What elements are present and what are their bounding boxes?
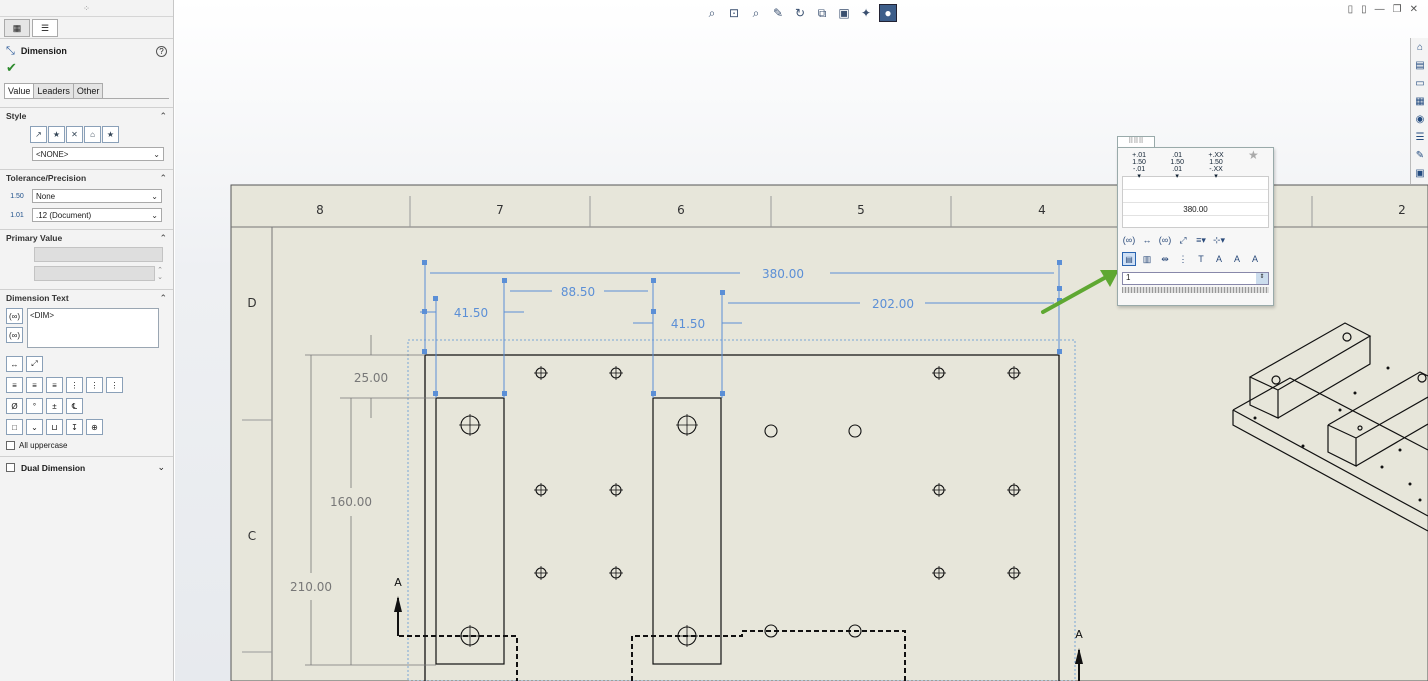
precision-style-button[interactable]: .01 1.50 .01 ▾ bbox=[1170, 152, 1184, 180]
align-top-icon[interactable]: T bbox=[1194, 252, 1208, 266]
zone-column-label: 5 bbox=[857, 203, 865, 217]
dimension-slot-top-offset[interactable]: 25.00 bbox=[354, 371, 388, 385]
style-star-icon[interactable]: ★ bbox=[1248, 149, 1259, 176]
section-label: A bbox=[394, 576, 402, 589]
section-label: A bbox=[1075, 628, 1083, 641]
zone-column-label: 8 bbox=[316, 203, 324, 217]
zone-column-label: 7 bbox=[496, 203, 504, 217]
tolerance-main: 1.50 bbox=[1132, 159, 1146, 166]
zone-column-label: 4 bbox=[1038, 203, 1046, 217]
zone-row-label: D bbox=[247, 296, 256, 310]
dimension-slot-spacing[interactable]: 88.50 bbox=[561, 285, 595, 299]
parentheses-icon[interactable]: (∞) bbox=[1122, 233, 1136, 247]
inspection-icon[interactable]: (∞) bbox=[1158, 233, 1172, 247]
tolerance-main: 1.50 bbox=[1209, 159, 1223, 166]
tolerance-top: +.XX bbox=[1208, 152, 1224, 159]
dimension-overall-height[interactable]: 210.00 bbox=[290, 580, 332, 594]
palette-spacing-input[interactable]: 1 ⇕ bbox=[1122, 272, 1269, 285]
drawing-sheet[interactable]: 8 7 6 5 4 2 D C A A 380.00 88.50 41.50 4… bbox=[0, 0, 1428, 681]
dimension-right-offset[interactable]: 202.00 bbox=[872, 297, 914, 311]
tolerance-bottom: .01 bbox=[1172, 166, 1183, 173]
dimension-slot-width-left[interactable]: 41.50 bbox=[454, 306, 488, 320]
layer-icon[interactable]: ⊹▾ bbox=[1212, 233, 1226, 247]
spinner-icon[interactable]: ⇕ bbox=[1256, 273, 1268, 284]
dimension-slot-width-middle[interactable]: 41.50 bbox=[671, 317, 705, 331]
text-justification-icon[interactable]: ≡▾ bbox=[1194, 233, 1208, 247]
dimension-text-field[interactable]: 380.00 bbox=[1122, 176, 1269, 228]
tolerance-style-button[interactable]: +.01 1.50 -.01 ▾ bbox=[1132, 152, 1146, 180]
stagger-dimensions-icon[interactable]: ▤ bbox=[1122, 252, 1136, 266]
zone-column-label: 2 bbox=[1398, 203, 1406, 217]
dimension-slot-length[interactable]: 160.00 bbox=[330, 495, 372, 509]
center-dimension-icon[interactable]: ↔ bbox=[1140, 233, 1154, 247]
tolerance-top: +.01 bbox=[1132, 152, 1146, 159]
tolerance-limit-button[interactable]: +.XX 1.50 -.XX ▾ bbox=[1208, 152, 1224, 180]
zone-row-label: C bbox=[248, 529, 256, 543]
dropdown-arrow-icon[interactable]: ▾ bbox=[1208, 173, 1223, 180]
palette-slider[interactable] bbox=[1122, 287, 1269, 293]
space-evenly-icon[interactable]: ⋮ bbox=[1176, 252, 1190, 266]
dimension-overall-width[interactable]: 380.00 bbox=[762, 267, 804, 281]
align-bottom-icon[interactable]: A bbox=[1212, 252, 1226, 266]
dropdown-arrow-icon[interactable]: ▾ bbox=[1132, 173, 1146, 180]
align-right-icon[interactable]: A bbox=[1248, 252, 1262, 266]
tolerance-style-row: +.01 1.50 -.01 ▾ .01 1.50 .01 ▾ +.XX 1.5… bbox=[1118, 148, 1273, 180]
zone-column-label: 6 bbox=[677, 203, 685, 217]
dimension-palette[interactable]: ⠿⠿⠿ +.01 1.50 -.01 ▾ .01 1.50 .01 ▾ +.XX… bbox=[1117, 136, 1274, 306]
palette-input-value: 1 bbox=[1126, 273, 1131, 282]
tolerance-top: .01 bbox=[1172, 152, 1183, 159]
align-left-icon[interactable]: A bbox=[1230, 252, 1244, 266]
align-collinear-icon[interactable]: ⇹ bbox=[1158, 252, 1172, 266]
tolerance-bottom: -.XX bbox=[1209, 166, 1223, 173]
dimension-value: 380.00 bbox=[1123, 203, 1268, 216]
tolerance-bottom: -.01 bbox=[1133, 166, 1146, 173]
dropdown-arrow-icon[interactable]: ▾ bbox=[1170, 173, 1184, 180]
align-parallel-icon[interactable]: ▥ bbox=[1140, 252, 1154, 266]
tolerance-main: 1.50 bbox=[1170, 159, 1184, 166]
offset-text-icon[interactable]: ⤢ bbox=[1176, 233, 1190, 247]
